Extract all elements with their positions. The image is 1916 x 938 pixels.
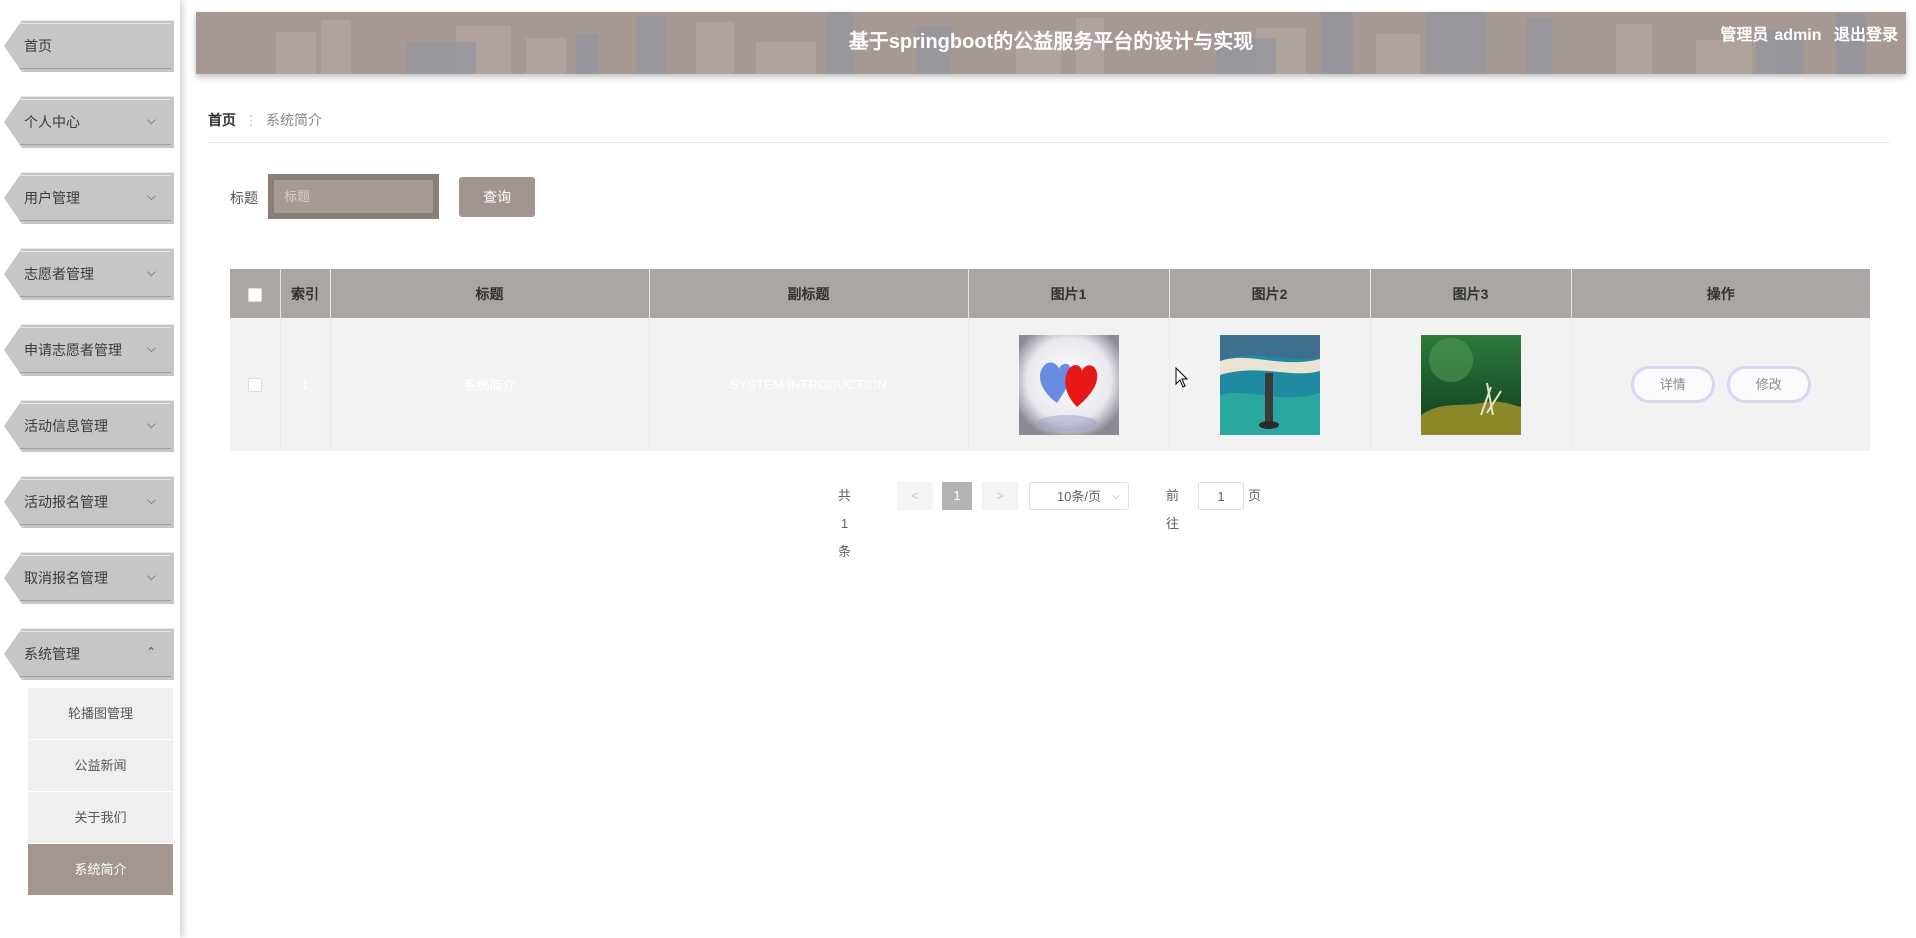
sidebar-item-volunteer-management[interactable]: 志愿者管理 ⌵ <box>4 248 174 300</box>
detail-button[interactable]: 详情 <box>1630 366 1715 403</box>
column-header[interactable]: 图片3 <box>1370 269 1572 318</box>
header-user-area: 管理员 admin 退出登录 <box>1712 12 1898 60</box>
table-header-row: 索引 标题 副标题 图片1 图片2 图片3 操作 <box>230 269 1870 318</box>
sidebar-item-user-management[interactable]: 用户管理 ⌵ <box>4 172 174 224</box>
chevron-down-icon: ⌵ <box>146 417 156 431</box>
sidebar-item-label: 活动报名管理 <box>24 494 108 510</box>
sidebar-item-label: 申请志愿者管理 <box>24 342 122 358</box>
page-size-select[interactable]: 10条/页 ⌵ <box>1029 482 1129 510</box>
submenu-item-system-intro[interactable]: 系统简介 <box>28 844 173 896</box>
plant-image[interactable] <box>1420 334 1521 435</box>
column-header[interactable]: 图片2 <box>1169 269 1371 318</box>
sidebar-item-label: 取消报名管理 <box>24 570 108 586</box>
submenu-item-carousel[interactable]: 轮播图管理 <box>28 688 173 740</box>
search-input[interactable] <box>274 180 433 213</box>
page-suffix: 页 <box>1248 488 1262 503</box>
select-all-checkbox[interactable] <box>247 287 262 302</box>
submenu-system: 轮播图管理 公益新闻 关于我们 系统简介 <box>28 688 173 896</box>
breadcrumb-current: 系统简介 <box>266 112 322 128</box>
column-header[interactable]: 图片1 <box>968 269 1170 318</box>
sidebar-item-label: 系统管理 <box>24 646 80 662</box>
sidebar-item-label: 活动信息管理 <box>24 418 108 434</box>
data-table: 索引 标题 副标题 图片1 图片2 图片3 操作 1 系统简介 SYSTEM I… <box>230 269 1870 451</box>
breadcrumb-separator-icon: ⋮ <box>244 112 258 128</box>
sidebar-item-label: 首页 <box>24 38 52 54</box>
prev-page-button[interactable]: < <box>897 482 933 510</box>
column-header[interactable]: 标题 <box>330 269 650 318</box>
sidebar-item-label: 用户管理 <box>24 190 80 206</box>
user-name: admin <box>1774 27 1822 44</box>
sidebar-item-cancel-signup[interactable]: 取消报名管理 ⌵ <box>4 552 174 604</box>
next-page-button[interactable]: > <box>982 482 1018 510</box>
cell-image-3 <box>1370 318 1572 451</box>
sidebar-item-personal-center[interactable]: 个人中心 ⌵ <box>4 96 174 148</box>
chevron-down-icon: ⌵ <box>146 569 156 583</box>
sidebar-item-label: 志愿者管理 <box>24 266 94 282</box>
cell-image-2 <box>1169 318 1371 451</box>
breadcrumb-home[interactable]: 首页 <box>208 112 236 128</box>
submenu-item-news[interactable]: 公益新闻 <box>28 740 173 792</box>
lighthouse-image[interactable] <box>1219 334 1320 435</box>
mouse-pointer-icon <box>1175 367 1189 388</box>
select-all-cell <box>230 269 281 318</box>
user-role: 管理员 <box>1720 27 1769 44</box>
breadcrumb: 首页 ⋮ 系统简介 <box>208 110 322 130</box>
search-label: 标题 <box>230 190 258 206</box>
sidebar-item-volunteer-application[interactable]: 申请志愿者管理 ⌵ <box>4 324 174 376</box>
chevron-down-icon: ⌵ <box>146 341 156 355</box>
cell-index: 1 <box>280 318 331 451</box>
row-select-cell <box>230 318 281 451</box>
chevron-down-icon: ⌵ <box>1112 491 1120 502</box>
chevron-down-icon: ⌵ <box>146 113 156 127</box>
divider <box>208 142 1890 143</box>
sidebar-item-activity-signup[interactable]: 活动报名管理 ⌵ <box>4 476 174 528</box>
search-field-frame <box>268 174 439 219</box>
header-bar: 基于springboot的公益服务平台的设计与实现 管理员 admin 退出登录 <box>196 12 1906 74</box>
hearts-image[interactable] <box>1018 334 1119 435</box>
sidebar-item-system-management[interactable]: 系统管理 ⌃ <box>4 628 174 680</box>
sidebar-item-activity-info[interactable]: 活动信息管理 ⌵ <box>4 400 174 452</box>
column-header[interactable]: 副标题 <box>649 269 969 318</box>
submenu-item-about[interactable]: 关于我们 <box>28 792 173 844</box>
app-title: 基于springboot的公益服务平台的设计与实现 <box>848 31 1254 53</box>
table-row: 1 系统简介 SYSTEM INTRODUCTION 详情 修改 <box>230 318 1870 451</box>
row-checkbox[interactable] <box>247 378 262 393</box>
sidebar-item-home[interactable]: 首页 <box>4 20 174 72</box>
sidebar: 首页 个人中心 ⌵ 用户管理 ⌵ 志愿者管理 ⌵ 申请志愿者管理 ⌵ 活动信息管… <box>0 0 180 938</box>
chevron-down-icon: ⌵ <box>146 189 156 203</box>
column-header[interactable]: 索引 <box>280 269 331 318</box>
logout-button[interactable]: 退出登录 <box>1834 27 1898 44</box>
goto-label: 前往 <box>1166 488 1180 531</box>
column-header: 操作 <box>1571 269 1870 318</box>
edit-button[interactable]: 修改 <box>1726 366 1811 403</box>
page-number-button[interactable]: 1 <box>942 482 972 510</box>
chevron-down-icon: ⌵ <box>146 265 156 279</box>
cell-image-1 <box>968 318 1170 451</box>
sidebar-item-label: 个人中心 <box>24 114 80 130</box>
chevron-down-icon: ⌵ <box>146 493 156 507</box>
cell-actions: 详情 修改 <box>1571 318 1870 451</box>
page-size-value: 10条/页 <box>1056 489 1102 504</box>
search-button[interactable]: 查询 <box>459 177 535 217</box>
app-window: 首页 个人中心 ⌵ 用户管理 ⌵ 志愿者管理 ⌵ 申请志愿者管理 ⌵ 活动信息管… <box>0 0 1916 938</box>
pagination-total: 共 1 条 <box>838 488 852 559</box>
cell-title: 系统简介 <box>330 318 650 451</box>
goto-page-input[interactable]: 1 <box>1198 482 1244 510</box>
cell-subtitle: SYSTEM INTRODUCTION <box>649 318 969 451</box>
chevron-up-icon: ⌃ <box>145 645 156 659</box>
